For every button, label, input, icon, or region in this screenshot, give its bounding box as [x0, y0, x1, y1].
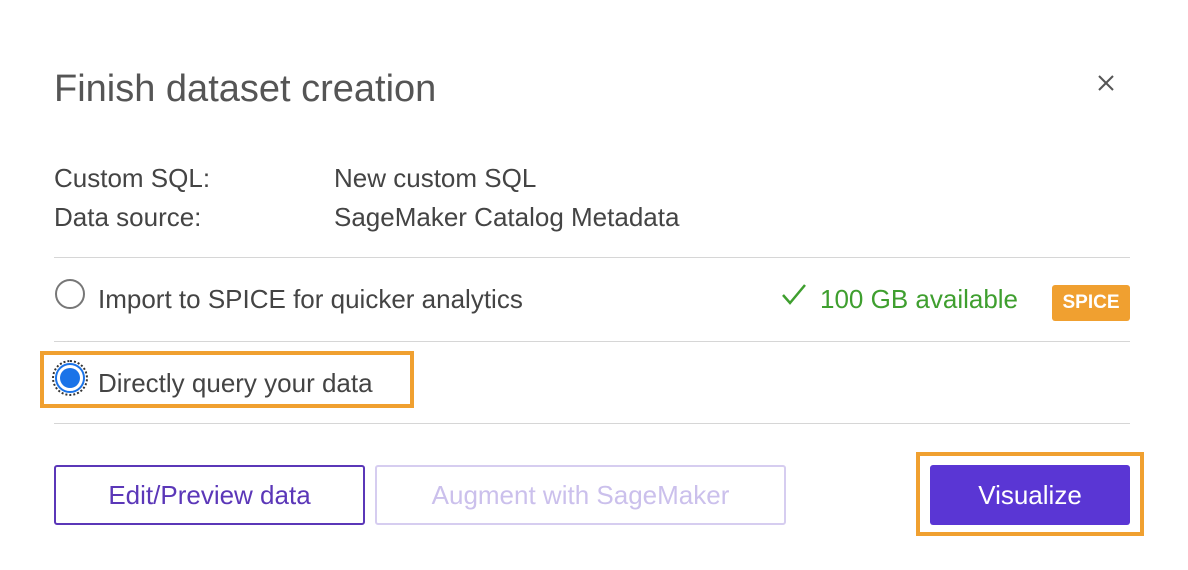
finish-dataset-dialog: Finish dataset creation Custom SQL: New c…: [0, 0, 1188, 570]
visualize-button[interactable]: Visualize: [930, 465, 1130, 525]
custom-sql-row: Custom SQL: New custom SQL: [54, 161, 536, 195]
custom-sql-value: New custom SQL: [334, 163, 537, 193]
data-source-label: Data source:: [54, 202, 202, 232]
direct-query-highlight: [40, 351, 414, 408]
close-icon[interactable]: [1089, 66, 1123, 100]
spice-capacity: 100 GB available: [780, 282, 1018, 316]
dialog-title: Finish dataset creation: [54, 68, 437, 110]
data-source-value: SageMaker Catalog Metadata: [334, 202, 680, 232]
import-spice-label[interactable]: Import to SPICE for quicker analytics: [98, 282, 523, 316]
import-spice-radio[interactable]: [55, 279, 85, 309]
divider: [54, 423, 1130, 424]
spice-available-text: 100 GB available: [820, 284, 1019, 314]
custom-sql-label: Custom SQL:: [54, 163, 211, 193]
edit-preview-button[interactable]: Edit/Preview data: [54, 465, 365, 525]
augment-sagemaker-button[interactable]: Augment with SageMaker: [375, 465, 786, 525]
data-source-row: Data source: SageMaker Catalog Metadata: [54, 200, 679, 234]
divider: [54, 257, 1130, 258]
spice-badge: SPICE: [1052, 285, 1130, 321]
divider: [54, 341, 1130, 342]
checkmark-icon: [780, 282, 810, 316]
